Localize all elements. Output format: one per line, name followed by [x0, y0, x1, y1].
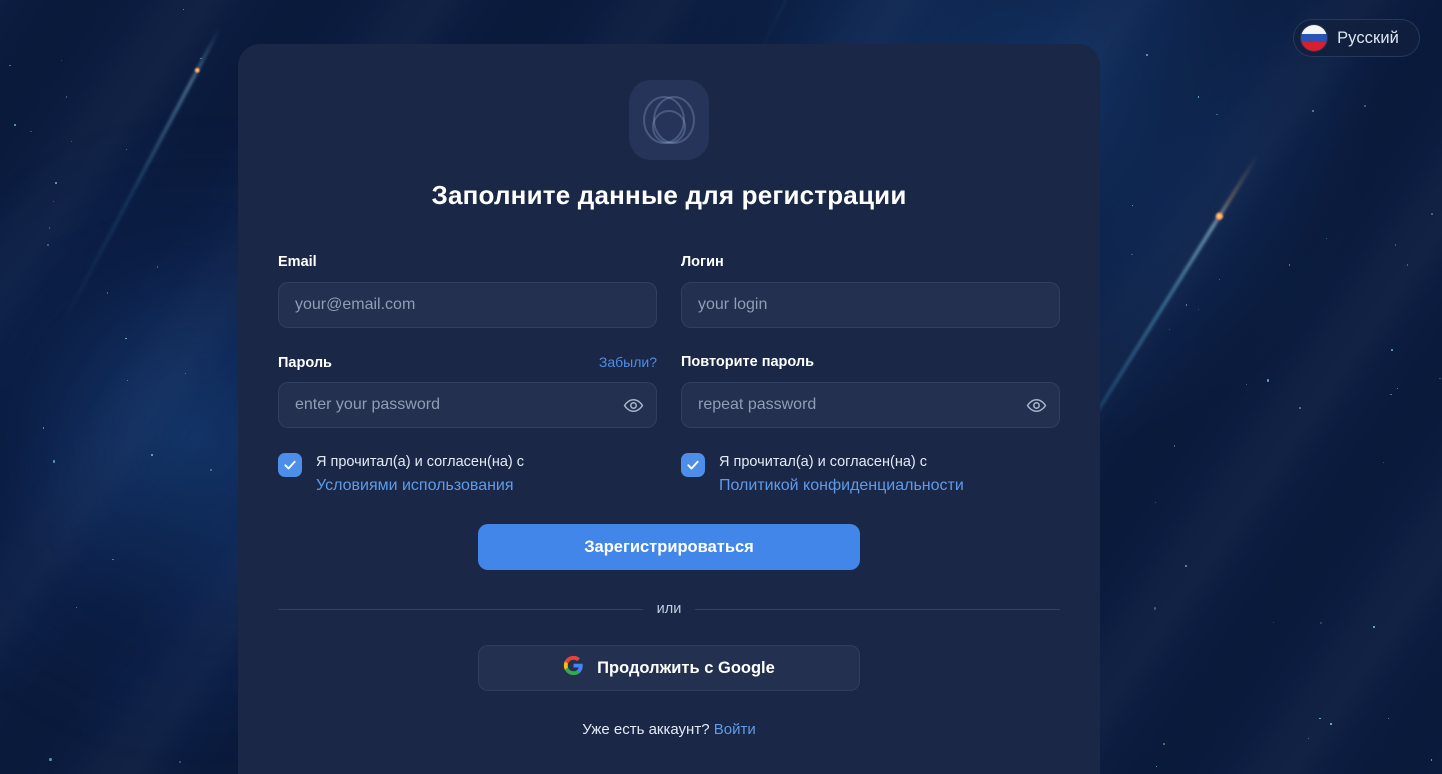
login-label: Логин	[681, 254, 724, 270]
continue-with-google-button[interactable]: Продолжить с Google	[478, 645, 860, 691]
email-label: Email	[278, 254, 317, 270]
forgot-password-link[interactable]: Забыли?	[599, 354, 657, 370]
language-switcher[interactable]: Русский	[1293, 19, 1420, 57]
email-input[interactable]	[278, 282, 657, 328]
consent-links: Условиями использования Политикой конфид…	[278, 477, 1060, 495]
login-link[interactable]: Войти	[714, 721, 756, 738]
login-label-row: Логин	[681, 254, 1060, 272]
password-input[interactable]	[278, 382, 657, 428]
checkbox-checked-icon[interactable]	[278, 453, 302, 477]
consent-privacy[interactable]: Я прочитал(а) и согласен(на) с	[681, 452, 1060, 477]
login-prompt: Уже есть аккаунт? Войти	[278, 721, 1060, 738]
language-label: Русский	[1337, 28, 1399, 47]
password-field-block: Пароль Забыли?	[278, 354, 657, 428]
consent-terms-link-wrap: Условиями использования	[316, 477, 657, 495]
password-input-wrap	[278, 382, 657, 428]
registration-card: Заполните данные для регистрации Email Л…	[238, 44, 1100, 774]
email-label-row: Email	[278, 254, 657, 272]
repeat-password-label: Повторите пароль	[681, 354, 815, 370]
consent-privacy-link-wrap: Политикой конфиденциальности	[719, 477, 1060, 495]
google-g-icon	[563, 655, 584, 681]
consent-terms[interactable]: Я прочитал(а) и согласен(на) с	[278, 452, 657, 477]
repeat-password-label-row: Повторите пароль	[681, 354, 1060, 372]
divider-line-right	[695, 608, 1061, 610]
password-label-row: Пароль Забыли?	[278, 354, 657, 372]
registration-fields: Email Логин Пароль Забыли?	[278, 254, 1060, 428]
email-input-wrap	[278, 282, 657, 328]
brand-logo-icon	[629, 80, 709, 160]
page-title: Заполните данные для регистрации	[431, 180, 907, 210]
checkbox-checked-icon[interactable]	[681, 453, 705, 477]
consent-checkboxes: Я прочитал(а) и согласен(на) с Я прочита…	[278, 452, 1060, 477]
russia-flag-icon	[1301, 25, 1328, 51]
login-input[interactable]	[681, 282, 1060, 328]
divider-line-left	[278, 608, 643, 610]
repeat-password-input[interactable]	[681, 382, 1060, 428]
email-field-block: Email	[278, 254, 657, 328]
eye-icon[interactable]	[1025, 394, 1047, 416]
consent-privacy-text: Я прочитал(а) и согласен(на) с	[719, 454, 927, 470]
eye-icon[interactable]	[622, 394, 644, 416]
google-button-label: Продолжить с Google	[597, 658, 775, 677]
repeat-password-input-wrap	[681, 382, 1060, 428]
login-prompt-text: Уже есть аккаунт?	[582, 721, 710, 738]
register-button[interactable]: Зарегистрироваться	[478, 524, 860, 570]
login-input-wrap	[681, 282, 1060, 328]
password-label: Пароль	[278, 355, 332, 371]
terms-of-use-link[interactable]: Условиями использования	[316, 477, 514, 495]
consent-terms-text: Я прочитал(а) и согласен(на) с	[316, 454, 524, 470]
repeat-password-field-block: Повторите пароль	[681, 354, 1060, 428]
divider-label: или	[656, 601, 682, 617]
privacy-policy-link[interactable]: Политикой конфиденциальности	[719, 477, 964, 495]
login-field-block: Логин	[681, 254, 1060, 328]
divider: или	[278, 601, 1061, 617]
